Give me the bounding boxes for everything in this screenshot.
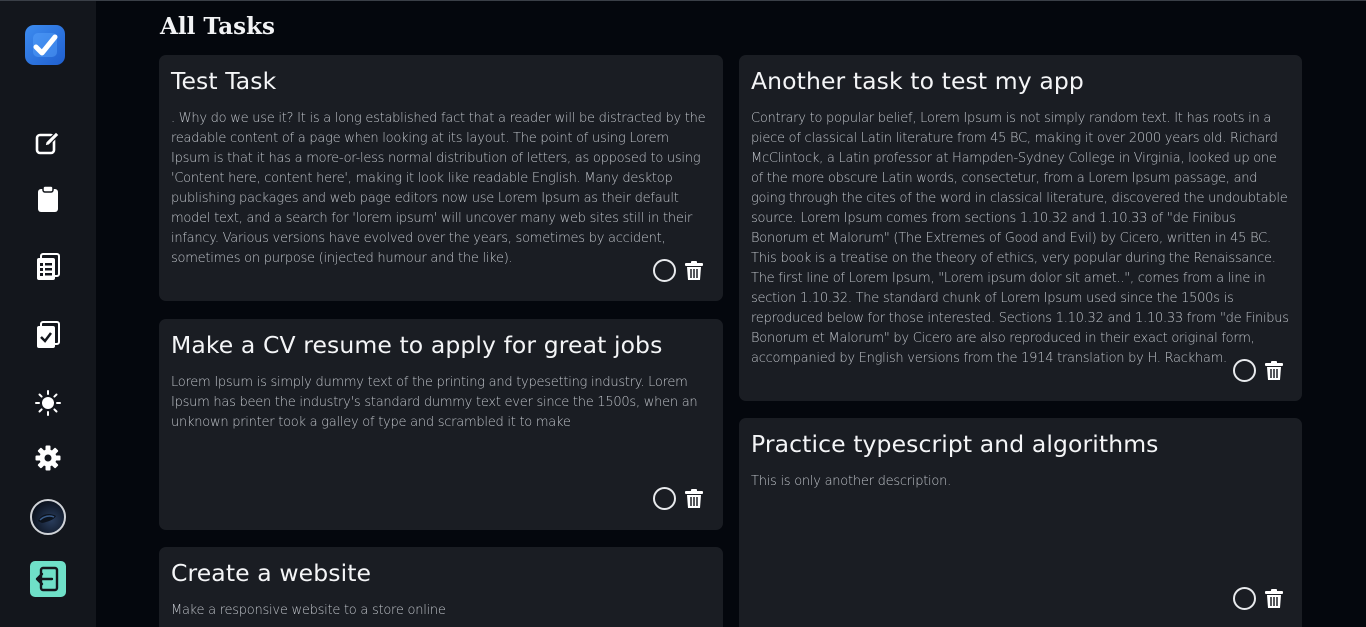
complete-button[interactable] bbox=[1233, 359, 1256, 382]
trash-icon[interactable] bbox=[684, 488, 704, 510]
sun-icon[interactable] bbox=[34, 389, 62, 417]
task-card: Test Task . Why do we use it? It is a lo… bbox=[159, 55, 723, 301]
sidebar bbox=[0, 1, 96, 627]
task-actions bbox=[1233, 359, 1284, 382]
app-logo-icon[interactable] bbox=[25, 25, 65, 65]
task-card: Another task to test my app Contrary to … bbox=[739, 55, 1302, 401]
task-description: Contrary to popular belief, Lorem Ipsum … bbox=[751, 111, 1289, 366]
complete-button[interactable] bbox=[653, 259, 676, 282]
clipboard-check-icon[interactable] bbox=[34, 321, 62, 349]
task-title: Another task to test my app bbox=[751, 67, 1084, 95]
clipboard-icon[interactable] bbox=[34, 185, 62, 213]
logout-button[interactable] bbox=[30, 561, 66, 597]
task-actions bbox=[653, 487, 704, 510]
task-actions bbox=[653, 259, 704, 282]
gear-icon[interactable] bbox=[34, 444, 62, 472]
sign-out-icon bbox=[35, 566, 59, 592]
task-description: Lorem Ipsum is simply dummy text of the … bbox=[171, 375, 698, 430]
task-actions bbox=[1233, 587, 1284, 610]
task-description: . Why do we use it? It is a long establi… bbox=[171, 111, 706, 266]
task-description: This is only another description. bbox=[751, 474, 951, 489]
trash-icon[interactable] bbox=[684, 260, 704, 282]
task-description: Make a responsive website to a store onl… bbox=[171, 603, 446, 618]
edit-icon[interactable] bbox=[34, 129, 62, 157]
task-title: Make a CV resume to apply for great jobs bbox=[171, 331, 663, 359]
trash-icon[interactable] bbox=[1264, 360, 1284, 382]
task-title: Practice typescript and algorithms bbox=[751, 430, 1159, 458]
avatar[interactable] bbox=[30, 499, 66, 535]
page-title: All Tasks bbox=[160, 13, 275, 40]
complete-button[interactable] bbox=[653, 487, 676, 510]
task-card: Make a CV resume to apply for great jobs… bbox=[159, 319, 723, 530]
trash-icon[interactable] bbox=[1264, 588, 1284, 610]
task-card: Create a website Make a responsive websi… bbox=[159, 547, 723, 627]
task-title: Test Task bbox=[171, 67, 277, 95]
task-card: Practice typescript and algorithms This … bbox=[739, 418, 1302, 627]
task-title: Create a website bbox=[171, 559, 372, 587]
complete-button[interactable] bbox=[1233, 587, 1256, 610]
clipboard-list-icon[interactable] bbox=[34, 253, 62, 281]
